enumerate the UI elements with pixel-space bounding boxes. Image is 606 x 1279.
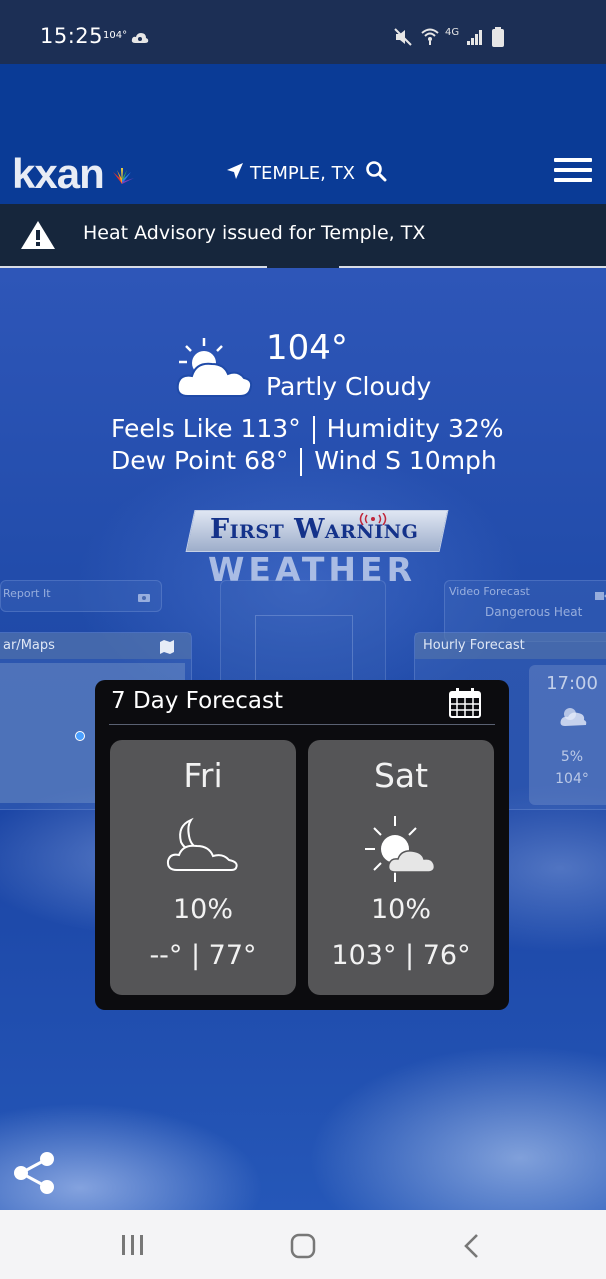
back-icon[interactable]: [462, 1233, 482, 1263]
video-forecast-subtitle: Dangerous Heat: [485, 605, 583, 619]
humidity-label: Humidity: [326, 414, 440, 443]
video-camera-icon: [595, 586, 606, 605]
camera-icon: [137, 588, 151, 607]
warning-icon: [20, 220, 56, 254]
forecast-divider: [109, 724, 495, 725]
report-it-card[interactable]: Report It: [0, 580, 162, 612]
day-name: Fri: [183, 756, 223, 795]
map-location-dot: [75, 731, 85, 741]
status-time: 15:25: [40, 24, 104, 48]
day-precip: 10%: [172, 894, 233, 925]
current-temp: 104°: [266, 328, 348, 368]
alert-text: Heat Advisory issued for Temple, TX: [83, 222, 426, 244]
location-selector[interactable]: TEMPLE, TX: [226, 160, 387, 187]
calendar-icon[interactable]: [449, 688, 481, 722]
seven-day-forecast-card[interactable]: 7 Day Forecast Fri 10% --° | 77° Sat 10%…: [95, 680, 509, 1010]
current-details-row-2: Dew Point 68° Wind S 10mph: [111, 446, 497, 476]
map-icon: [159, 639, 175, 658]
hourly-time: 17:00: [546, 673, 598, 694]
alert-bar[interactable]: Heat Advisory issued for Temple, TX: [0, 204, 606, 268]
header-spacer: [0, 64, 606, 144]
divider: [300, 448, 303, 476]
video-forecast-label: Video Forecast: [449, 585, 530, 598]
day-name: Sat: [373, 756, 429, 795]
moon-cloud-icon: [165, 816, 241, 876]
forecast-day-fri[interactable]: Fri 10% --° | 77°: [110, 740, 296, 995]
wifi-icon: [420, 26, 440, 50]
maps-card-title: ar/Maps: [3, 638, 55, 653]
network-type: 4G: [445, 27, 460, 38]
current-condition: Partly Cloudy: [266, 372, 432, 401]
weather-cloud-icon: [131, 29, 149, 48]
partly-cloudy-icon: [174, 336, 254, 402]
divider: [312, 416, 315, 444]
day-temps: --° | 77°: [149, 940, 257, 971]
app-header: kxan TEMPLE, TX: [0, 144, 606, 204]
share-icon[interactable]: [12, 1150, 58, 1200]
hourly-weather-icon: [559, 705, 587, 731]
peacock-icon: [110, 168, 134, 186]
location-arrow-icon: [226, 162, 244, 185]
kxan-logo[interactable]: kxan: [12, 150, 105, 198]
battery-icon: [492, 27, 504, 51]
search-icon[interactable]: [365, 160, 387, 187]
main-content: 104° Partly Cloudy Feels Like 113° Humid…: [0, 268, 606, 1210]
humidity-value: 32%: [447, 414, 504, 443]
home-icon[interactable]: [290, 1233, 316, 1263]
feels-like-label: Feels Like: [111, 414, 233, 443]
dew-point-label: Dew Point: [111, 446, 237, 475]
wind-value: S 10mph: [385, 446, 497, 475]
recent-apps-icon[interactable]: [121, 1234, 145, 1260]
menu-icon[interactable]: [554, 158, 592, 186]
signal-icon: [466, 28, 484, 50]
current-details-row-1: Feels Like 113° Humidity 32%: [111, 414, 504, 444]
mute-icon: [394, 28, 412, 50]
forecast-title: 7 Day Forecast: [111, 688, 283, 714]
wind-label: Wind: [314, 446, 378, 475]
hourly-temp: 104°: [555, 771, 589, 787]
hourly-item: 17:00 5% 104°: [529, 665, 606, 805]
day-temps: 103° | 76°: [331, 940, 471, 971]
location-label: TEMPLE, TX: [250, 163, 355, 184]
report-it-label: Report It: [3, 587, 51, 600]
status-bar: 15:25 104° 4G: [0, 0, 606, 64]
sun-cloud-icon: [365, 816, 437, 886]
system-nav-bar: [0, 1210, 606, 1279]
radar-signal-icon: [358, 510, 388, 529]
hourly-precip: 5%: [560, 749, 584, 765]
hourly-forecast-title: Hourly Forecast: [423, 638, 525, 653]
dew-point-value: 68°: [244, 446, 289, 475]
day-precip: 10%: [370, 894, 431, 925]
hourly-forecast-header: Hourly Forecast: [415, 633, 606, 659]
forecast-day-sat[interactable]: Sat 10% 103° | 76°: [308, 740, 494, 995]
status-temp: 104°: [103, 30, 128, 41]
feels-like-value: 113°: [240, 414, 301, 443]
